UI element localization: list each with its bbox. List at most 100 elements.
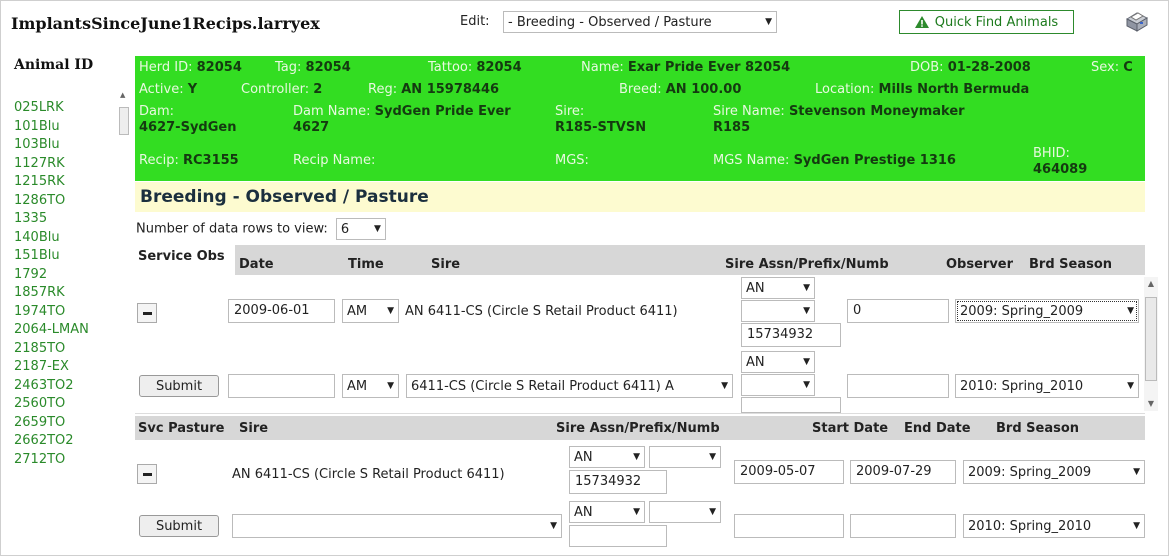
location-field: Location: Mills North Bermuda [815,82,1030,97]
obs-prefix-select[interactable]: ▼ [741,300,815,322]
col-svc-pasture: Svc Pasture [138,421,225,436]
obs-season-select[interactable]: 2009: Spring_2009 ▼ [955,299,1139,323]
herd-id-field: Herd ID: 82054 [139,60,242,75]
pasture-season-select-new[interactable]: 2010: Spring_2010 ▼ [963,514,1145,538]
col-pasture-season: Brd Season [996,421,1080,436]
section-title: Breeding - Observed / Pasture [140,187,429,207]
controller-field: Controller: 2 [241,82,323,97]
animal-item[interactable]: 1335 [14,210,89,229]
obs-date-input-new[interactable] [228,374,335,398]
obs-submit-button[interactable]: Submit [139,375,219,397]
edit-label: Edit: [460,14,490,29]
pasture-sire-select-new[interactable]: ▼ [232,514,562,538]
printer-icon[interactable] [1121,9,1151,35]
animal-item[interactable]: 2560TO [14,395,89,414]
scroll-up-icon[interactable]: ▲ [1144,279,1158,288]
col-observer: Observer [946,257,1014,272]
col-sire-assn: Sire Assn/Prefix/Numb [725,257,889,272]
sire-name-field: Sire Name: Stevenson Moneymaker R185 [713,104,965,135]
observed-table-header: Date Time Sire Sire Assn/Prefix/Numb Obs… [135,245,1145,275]
animal-item[interactable]: 1792 [14,266,89,285]
obs-observer-input[interactable]: 0 [847,299,949,323]
name-field: Name: Exar Pride Ever 82054 [581,60,791,75]
delete-pasture-row-button[interactable] [137,464,157,484]
animal-info-panel: Herd ID: 82054 Tag: 82054 Tattoo: 82054 … [135,56,1145,181]
section-header: Breeding - Observed / Pasture [135,182,1145,212]
delete-row-button[interactable] [137,303,157,323]
obs-time-select-new[interactable]: AM ▼ [342,374,399,398]
quick-find-button[interactable]: Quick Find Animals [899,10,1074,34]
animal-item[interactable]: 103Blu [14,136,89,155]
scroll-down-icon[interactable]: ▼ [1144,399,1158,408]
obs-prefix-select-new[interactable]: ▼ [741,374,815,396]
pasture-submit-button[interactable]: Submit [139,515,219,537]
pasture-number-input[interactable]: 15734932 [569,470,667,494]
col-time: Time [348,257,384,272]
col-service-obs: Service Obs [135,245,235,275]
pasture-prefix-select-new[interactable]: ▼ [649,501,721,523]
obs-observer-input-new[interactable] [847,374,949,398]
pasture-assn-select[interactable]: AN ▼ [569,446,645,468]
sidebar-scroll-thumb[interactable] [119,107,129,135]
obs-time-select[interactable]: AM ▼ [342,299,399,323]
animal-item[interactable]: 2187-EX [14,358,89,377]
warning-triangle-icon [914,16,929,28]
obs-sire-text: AN 6411-CS (Circle S Retail Product 6411… [405,304,678,319]
animal-item[interactable]: 2064-LMAN [14,321,89,340]
obs-season-select-new[interactable]: 2010: Spring_2010 ▼ [955,374,1139,398]
quick-find-label: Quick Find Animals [934,14,1059,30]
animal-item[interactable]: 2712TO [14,451,89,470]
obs-assn-select[interactable]: AN ▼ [741,277,815,299]
rows-to-view-label: Number of data rows to view: [136,221,328,237]
animal-item[interactable]: 2659TO [14,414,89,433]
animal-sidebar: Animal ID 025LRK 101Blu 103Blu 1127RK 12… [1,45,119,557]
edit-mode-select[interactable]: - Breeding - Observed / Pasture ▼ [503,11,777,33]
rows-to-view-select[interactable]: 6 ▼ [335,218,386,240]
animal-item[interactable]: 1286TO [14,192,89,211]
dam-field: Dam: 4627-SydGen [139,104,237,135]
animal-list: 025LRK 101Blu 103Blu 1127RK 1215RK 1286T… [14,99,89,469]
animal-item[interactable]: 2185TO [14,340,89,359]
animal-item[interactable]: 2662TO2 [14,432,89,451]
animal-item[interactable]: 1215RK [14,173,89,192]
top-bar: ImplantsSinceJune1Recips.larryex Edit: -… [1,1,1169,45]
animal-item[interactable]: 101Blu [14,118,89,137]
mgs-field: MGS: [555,153,589,168]
app-window: ImplantsSinceJune1Recips.larryex Edit: -… [0,0,1169,556]
recip-name-field: Recip Name: [293,153,376,168]
observed-scrollbar[interactable]: ▲ ▼ [1144,277,1158,411]
tattoo-field: Tattoo: 82054 [428,60,522,75]
pasture-assn-select-new[interactable]: AN ▼ [569,501,645,523]
obs-number-input-new[interactable] [741,397,841,413]
obs-date-input[interactable]: 2009-06-01 [228,299,335,323]
animal-item[interactable]: 1857RK [14,284,89,303]
col-date: Date [239,257,274,272]
col-end-date: End Date [904,421,971,436]
pasture-season-select[interactable]: 2009: Spring_2009 ▼ [963,460,1145,484]
pasture-prefix-select[interactable]: ▼ [649,446,721,468]
obs-number-input[interactable]: 15734932 [741,323,841,347]
pasture-end-input-new[interactable] [850,514,956,538]
animal-item[interactable]: 140Blu [14,229,89,248]
sidebar-scrollbar[interactable]: ▲ [118,89,130,149]
animal-item[interactable]: 151Blu [14,247,89,266]
animal-item[interactable]: 1974TO [14,303,89,322]
col-brd-season: Brd Season [1029,257,1113,272]
obs-assn-select-new[interactable]: AN ▼ [741,351,815,373]
animal-item[interactable]: 2463TO2 [14,377,89,396]
rows-to-view: Number of data rows to view: 6 ▼ [136,218,386,240]
col-pasture-assn: Sire Assn/Prefix/Numb [556,421,720,436]
observed-scroll-thumb[interactable] [1145,297,1157,381]
mgs-name-field: MGS Name: SydGen Prestige 1316 [713,153,956,168]
sex-field: Sex: C [1091,60,1133,75]
animal-id-heading: Animal ID [14,57,94,73]
bhid-field: BHID: 464089 [1033,146,1088,177]
scroll-up-icon[interactable]: ▲ [120,91,125,99]
pasture-number-input-new[interactable] [569,525,667,547]
animal-item[interactable]: 1127RK [14,155,89,174]
pasture-start-input-new[interactable] [734,514,844,538]
pasture-start-input[interactable]: 2009-05-07 [734,460,844,484]
obs-sire-select-new[interactable]: 6411-CS (Circle S Retail Product 6411) A… [406,374,733,398]
pasture-end-input[interactable]: 2009-07-29 [850,460,956,484]
animal-item[interactable]: 025LRK [14,99,89,118]
